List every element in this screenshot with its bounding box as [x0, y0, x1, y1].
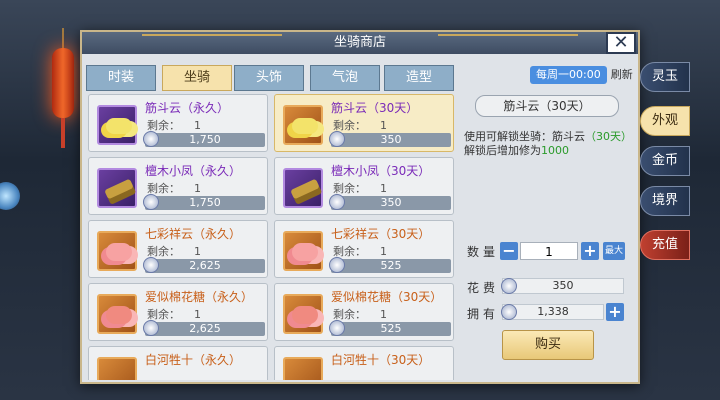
item-name: 檀木小凤（永久）: [145, 164, 242, 178]
item-name: 筋斗云（永久）: [145, 101, 230, 115]
rainbow-cloud-icon: [97, 231, 137, 271]
cost-value: 350: [501, 278, 624, 294]
quantity-decrease-button[interactable]: −: [500, 242, 518, 260]
side-tab-appearance[interactable]: 外观: [640, 106, 690, 136]
item-grid: 筋斗云（永久） 剩余： 1 1,750 筋斗云（30天） 剩余： 1 350 檀木小…: [88, 94, 454, 380]
tab-mount[interactable]: 坐骑: [162, 65, 232, 91]
item-name: 白河牲十（30天）: [331, 353, 431, 367]
item-name: 爱似棉花糖（永久）: [145, 290, 254, 304]
item-card[interactable]: 爱似棉花糖（永久） 剩余： 1 2,625: [88, 283, 268, 341]
item-remaining: 剩余： 1: [333, 182, 387, 195]
quantity-input[interactable]: 1: [520, 242, 578, 260]
cotton-candy-icon: [283, 294, 323, 334]
item-name: 爱似棉花糖（30天）: [331, 290, 443, 304]
quantity-label: 数量: [467, 245, 500, 259]
golden-cloud-icon: [283, 105, 323, 145]
mount-icon: [97, 357, 137, 380]
window-title: 坐骑商店: [333, 35, 386, 50]
item-price: 350: [329, 131, 451, 147]
glowing-orb-decoration: [0, 182, 20, 210]
lantern-cord: [62, 28, 64, 50]
item-remaining: 剩余： 1: [147, 308, 201, 321]
side-tab-gold[interactable]: 金币: [640, 146, 690, 176]
add-currency-button[interactable]: +: [606, 303, 624, 321]
title-ornament-right: [438, 34, 578, 52]
tab-style[interactable]: 造型: [384, 65, 454, 91]
item-card[interactable]: 七彩祥云（30天） 剩余： 1 525: [274, 220, 454, 278]
item-name: 筋斗云（30天）: [331, 101, 419, 115]
item-remaining: 剩余： 1: [147, 182, 201, 195]
item-card[interactable]: 七彩祥云（永久） 剩余： 1 2,625: [88, 220, 268, 278]
lantern-tassel: [61, 118, 65, 148]
owned-value: 1,338: [501, 304, 604, 320]
owned-label: 拥有: [467, 307, 500, 321]
weekly-refresh-time: 每周一00:00: [530, 66, 607, 84]
lantern-decoration: [52, 48, 74, 118]
phoenix-mount-icon: [97, 168, 137, 208]
item-remaining: 剩余： 1: [333, 245, 387, 258]
cotton-candy-icon: [97, 294, 137, 334]
item-price: 1,750: [143, 194, 265, 210]
refresh-label: 刷新: [610, 68, 633, 81]
bonus-description: 解锁后增加修为1000: [464, 144, 569, 157]
mount-shop-window: 坐骑商店 ✕ 时装 坐骑 头饰 气泡 造型 每周一00:00 刷新 筋斗云（永久）…: [80, 30, 640, 384]
weekly-refresh-info: 每周一00:00 刷新: [530, 66, 633, 86]
tab-headwear[interactable]: 头饰: [234, 65, 304, 91]
item-card[interactable]: 檀木小凤（永久） 剩余： 1 1,750: [88, 157, 268, 215]
title-ornament-left: [142, 34, 282, 52]
quantity-max-button[interactable]: 最大: [603, 242, 625, 260]
tab-fashion[interactable]: 时装: [86, 65, 156, 91]
item-name: 七彩祥云（永久）: [145, 227, 242, 241]
item-card[interactable]: 檀木小凤（30天） 剩余： 1 350: [274, 157, 454, 215]
item-price: 2,625: [143, 257, 265, 273]
item-price: 350: [329, 194, 451, 210]
selected-item-title: 筋斗云（30天）: [475, 95, 619, 117]
item-card[interactable]: 筋斗云（永久） 剩余： 1 1,750: [88, 94, 268, 152]
item-name: 檀木小凤（30天）: [331, 164, 431, 178]
item-price: 1,750: [143, 131, 265, 147]
buy-button[interactable]: 购买: [502, 330, 594, 360]
mount-icon: [283, 357, 323, 380]
window-title-bar: 坐骑商店: [82, 32, 638, 54]
item-card-selected[interactable]: 筋斗云（30天） 剩余： 1 350: [274, 94, 454, 152]
quantity-increase-button[interactable]: +: [581, 242, 599, 260]
item-price: 2,625: [143, 320, 265, 336]
item-card[interactable]: 白河牲十（永久）: [88, 346, 268, 380]
side-tab-recharge[interactable]: 充值: [640, 230, 690, 260]
close-button[interactable]: ✕: [606, 32, 636, 54]
phoenix-mount-icon: [283, 168, 323, 208]
golden-cloud-icon: [97, 105, 137, 145]
item-remaining: 剩余： 1: [333, 308, 387, 321]
item-card[interactable]: 白河牲十（30天）: [274, 346, 454, 380]
cost-label: 花费: [467, 281, 500, 295]
item-price: 525: [329, 257, 451, 273]
item-name: 七彩祥云（30天）: [331, 227, 431, 241]
side-tab-lingyu[interactable]: 灵玉: [640, 62, 690, 92]
item-remaining: 剩余： 1: [147, 119, 201, 132]
rainbow-cloud-icon: [283, 231, 323, 271]
item-price: 525: [329, 320, 451, 336]
tab-bubble[interactable]: 气泡: [310, 65, 380, 91]
item-remaining: 剩余： 1: [147, 245, 201, 258]
item-remaining: 剩余： 1: [333, 119, 387, 132]
item-card[interactable]: 爱似棉花糖（30天） 剩余： 1 525: [274, 283, 454, 341]
side-tab-realm[interactable]: 境界: [640, 186, 690, 216]
item-name: 白河牲十（永久）: [145, 353, 242, 367]
